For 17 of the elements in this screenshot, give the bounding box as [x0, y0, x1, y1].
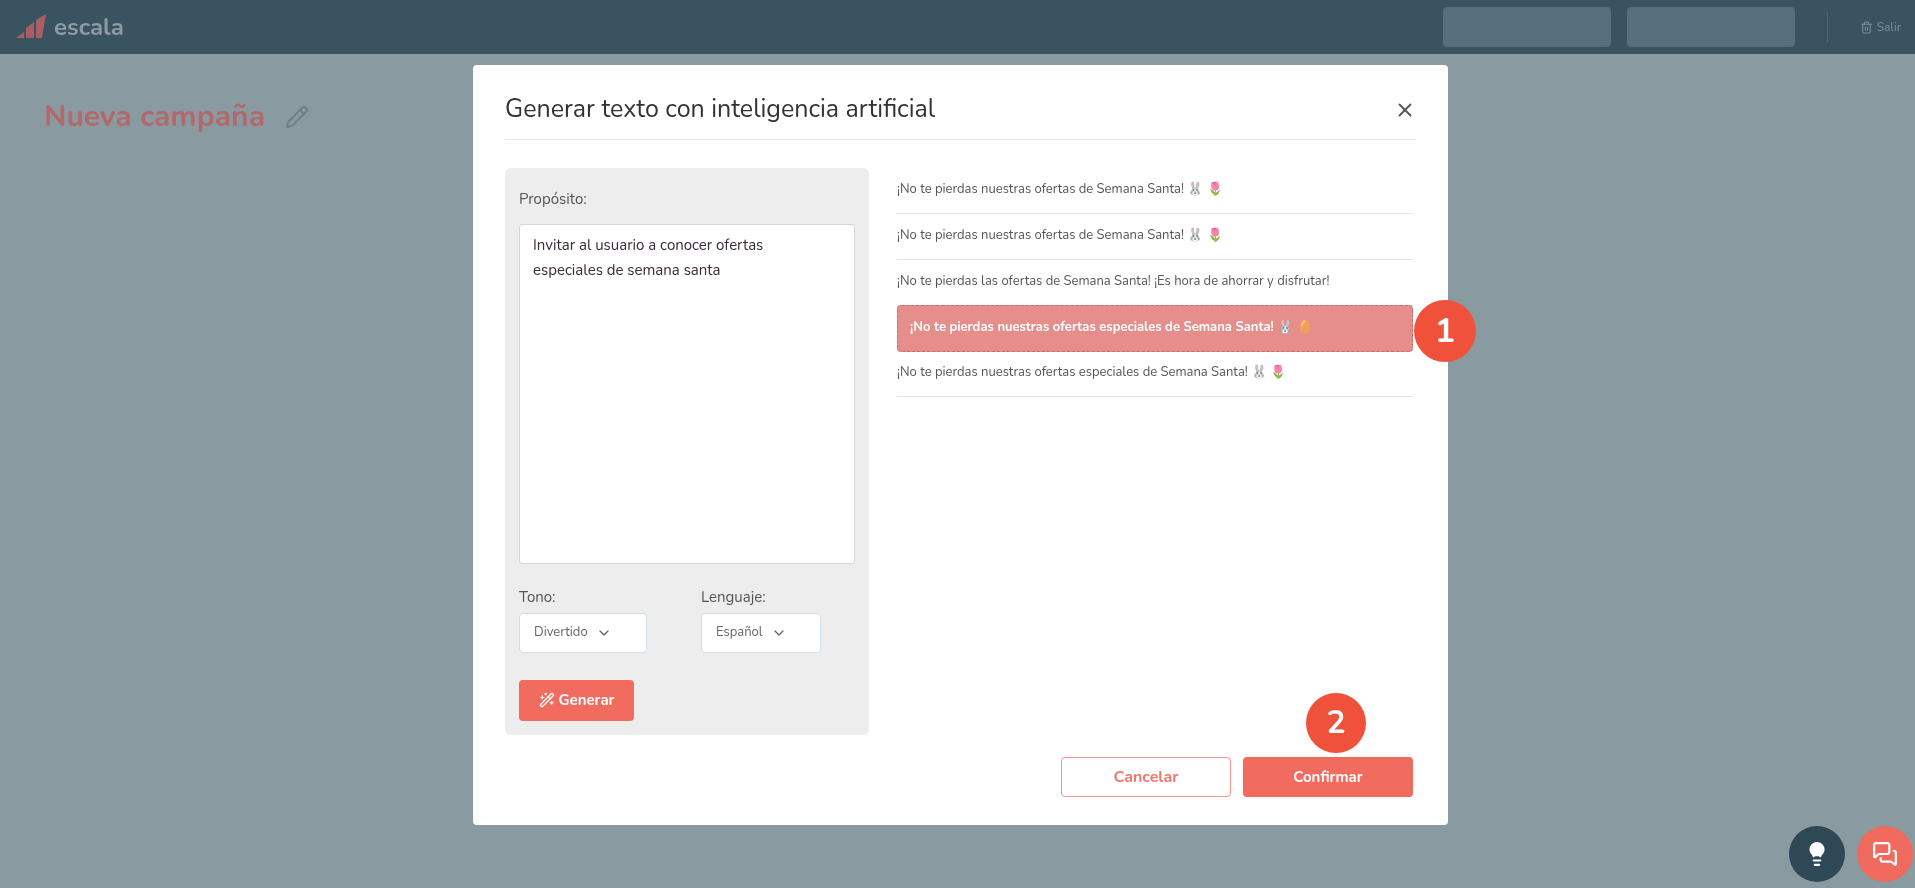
- chat-button[interactable]: [1857, 826, 1913, 882]
- brand-name: escala: [54, 10, 124, 45]
- magic-wand-icon: [538, 692, 555, 708]
- dialog-title: Generar texto con inteligencia artificial: [505, 91, 936, 128]
- step-marker: 1: [1414, 300, 1476, 362]
- tone-dropdown[interactable]: Divertido: [519, 612, 647, 653]
- purpose-label: Propósito:: [519, 187, 588, 210]
- trash-icon: [1859, 20, 1873, 34]
- language-label: Lenguaje:: [701, 586, 767, 609]
- suggestion-item[interactable]: ¡No te pierdas nuestras ofertas de Semana Santa! 🐰 🌷: [897, 167, 1413, 214]
- tone-label: Tono:: [519, 586, 557, 609]
- language-dropdown[interactable]: Español: [701, 612, 821, 653]
- chat-bubbles-icon: [1872, 841, 1898, 867]
- suggestion-item[interactable]: ¡No te pierdas nuestras ofertas de Semana Santa! 🐰 🌷: [897, 213, 1413, 260]
- tips-button[interactable]: [1789, 826, 1845, 882]
- suggestion-item[interactable]: ¡No te pierdas nuestras ofertas especiales de Semana Santa! 🐰 🌷: [897, 350, 1413, 397]
- purpose-textarea[interactable]: Invitar al usuario a conocer ofertas especiales de semana santa: [519, 224, 855, 564]
